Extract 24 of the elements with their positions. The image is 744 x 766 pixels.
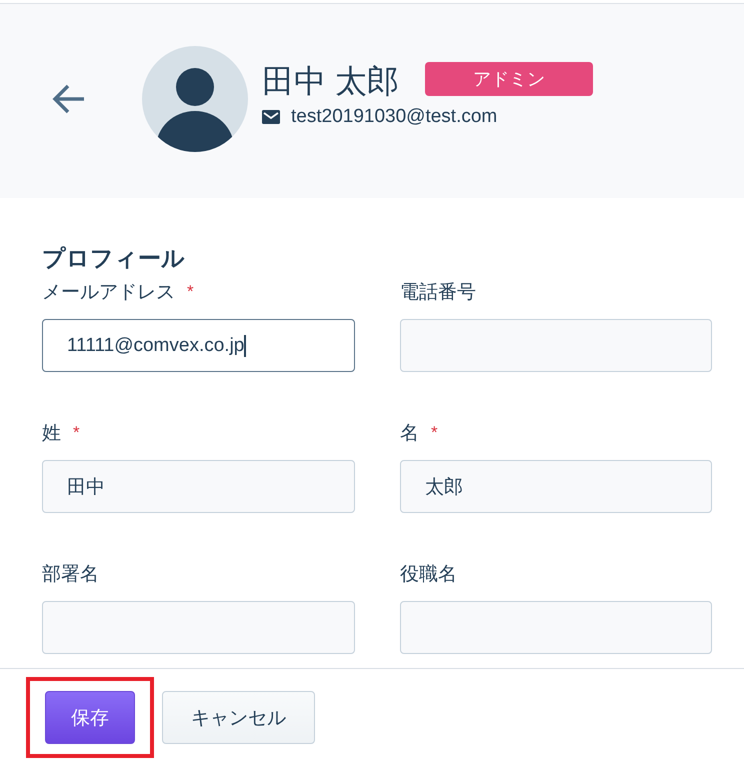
input-field[interactable]	[42, 601, 355, 654]
required-mark: *	[187, 282, 194, 302]
input-field[interactable]: 田中	[42, 460, 355, 513]
field-label: 役職名	[400, 563, 457, 587]
required-mark: *	[431, 423, 438, 443]
role-badge: アドミン	[424, 62, 593, 96]
mail-icon	[262, 110, 280, 124]
cancel-button[interactable]: キャンセル	[162, 691, 315, 744]
user-name: 田中 太郎	[262, 62, 399, 100]
field-label: 姓	[42, 422, 61, 446]
input-field[interactable]: 太郎	[400, 460, 712, 513]
field-label: 電話番号	[400, 281, 476, 305]
required-mark: *	[73, 423, 80, 443]
field-label: 名	[400, 422, 419, 446]
avatar-icon	[142, 46, 248, 152]
save-button[interactable]: 保存	[45, 691, 135, 744]
field-label: 部署名	[42, 563, 99, 587]
input-field[interactable]	[400, 601, 712, 654]
user-email: test20191030@test.com	[291, 106, 498, 128]
section-title: プロフィール	[42, 244, 186, 272]
back-arrow-icon[interactable]	[52, 83, 86, 115]
input-field[interactable]: 11111@comvex.co.jp	[42, 319, 355, 372]
input-field[interactable]	[400, 319, 712, 372]
field-label: メールアドレス	[42, 281, 175, 305]
